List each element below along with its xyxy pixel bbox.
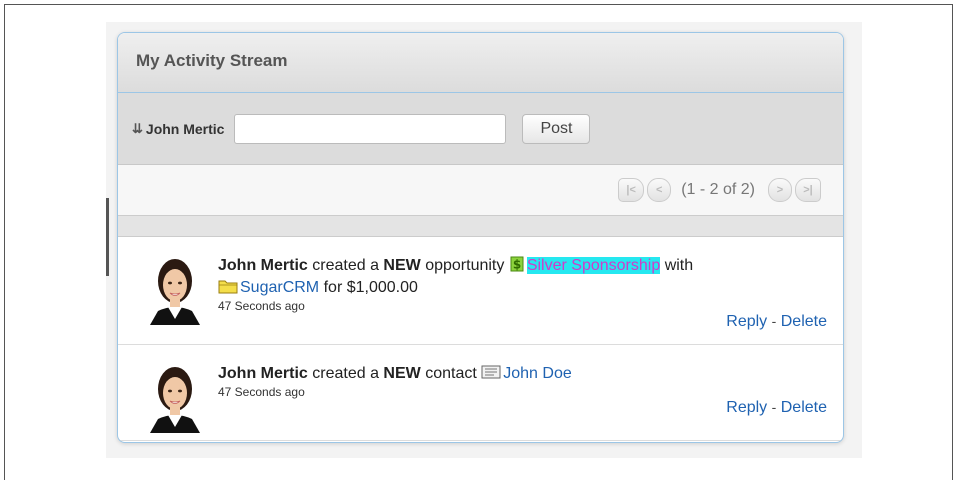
delete-link[interactable]: Delete: [781, 313, 827, 330]
activity-verb: created a: [312, 257, 379, 274]
activity-actor[interactable]: John Mertic: [218, 365, 308, 382]
svg-text:$: $: [513, 258, 521, 272]
action-separator: -: [771, 313, 777, 329]
activity-timestamp: 47 Seconds ago: [218, 299, 305, 313]
opportunity-link[interactable]: Silver Sponsorship: [526, 257, 661, 274]
account-link[interactable]: SugarCRM: [240, 279, 319, 296]
account-folder-icon: [218, 280, 238, 294]
first-page-icon[interactable]: |<: [618, 178, 645, 202]
activity-actions: Reply - Delete: [726, 399, 827, 417]
activity-timestamp: 47 Seconds ago: [218, 385, 305, 399]
double-chevron-down-icon[interactable]: ⇊: [132, 121, 143, 137]
delete-link[interactable]: Delete: [781, 399, 827, 416]
pagination-info: (1 - 2 of 2): [681, 181, 755, 198]
opportunity-icon: $: [510, 256, 524, 272]
activity-object-type: contact: [425, 365, 477, 382]
activity-with-text: with: [664, 257, 694, 274]
activity-body: John Mertic created a NEW opportunity $ …: [218, 255, 829, 313]
reply-link[interactable]: Reply: [726, 399, 767, 416]
user-name: John Mertic: [145, 120, 225, 137]
previous-page-icon[interactable]: <: [647, 178, 672, 202]
activity-object-type: opportunity: [425, 257, 505, 274]
activity-amount: for $1,000.00: [323, 279, 418, 296]
stream-separator: [118, 215, 843, 237]
action-separator: -: [771, 399, 777, 415]
activity-stream-dashlet: My Activity Stream ⇊ John Mertic Post |<…: [117, 32, 844, 443]
activity-new-label: NEW: [383, 365, 421, 382]
activity-item: John Mertic created a NEW contact John D…: [118, 345, 843, 441]
activity-body: John Mertic created a NEW contact John D…: [218, 363, 829, 399]
dashlet-title: My Activity Stream: [136, 51, 288, 70]
post-bar: ⇊ John Mertic Post: [118, 93, 843, 165]
activity-verb: created a: [312, 365, 379, 382]
activity-new-label: NEW: [383, 257, 421, 274]
left-edge-bar: [106, 198, 109, 276]
post-button[interactable]: Post: [522, 113, 591, 144]
pagination-bar: |< < (1 - 2 of 2) > >|: [118, 165, 843, 215]
user-toggle[interactable]: ⇊ John Mertic: [132, 121, 224, 137]
activity-actions: Reply - Delete: [726, 313, 827, 331]
avatar: [136, 247, 214, 325]
contact-card-icon: [481, 365, 501, 379]
post-input[interactable]: [234, 113, 507, 144]
contact-link[interactable]: John Doe: [503, 365, 572, 382]
last-page-icon[interactable]: >|: [795, 178, 821, 202]
activity-item: John Mertic created a NEW opportunity $ …: [118, 237, 843, 345]
avatar: [136, 355, 214, 433]
dashlet-header: My Activity Stream: [118, 33, 843, 93]
activity-actor[interactable]: John Mertic: [218, 257, 308, 274]
next-page-icon[interactable]: >: [768, 178, 792, 202]
reply-link[interactable]: Reply: [726, 313, 767, 330]
